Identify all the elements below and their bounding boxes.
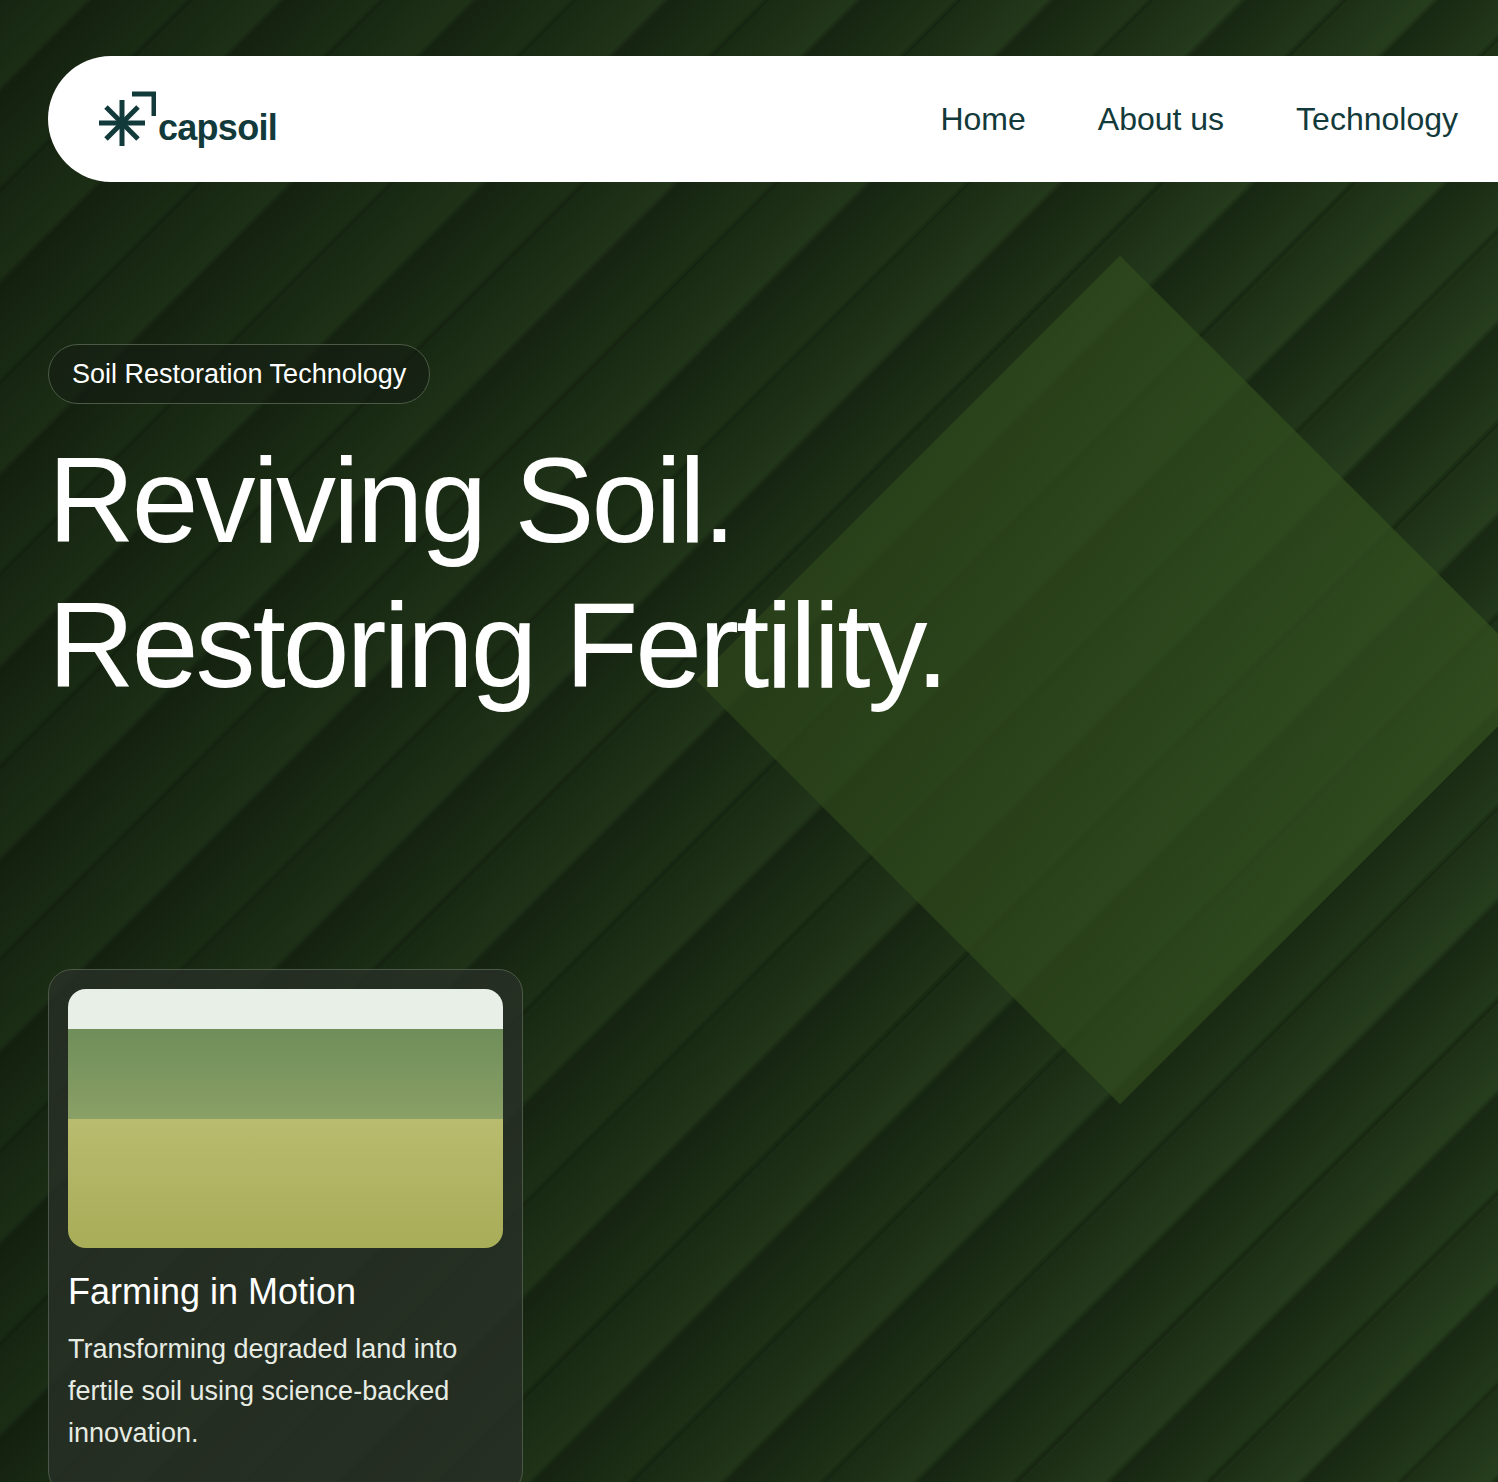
logo[interactable]: capsoil <box>98 90 277 148</box>
card-title: Farming in Motion <box>68 1270 503 1314</box>
nav-link[interactable]: Home <box>940 95 1025 143</box>
navbar: capsoil Home About us Technology <box>48 56 1498 182</box>
nav-link[interactable]: Technology <box>1296 95 1458 143</box>
card-image <box>68 989 503 1248</box>
hero-badge: Soil Restoration Technology <box>48 344 430 404</box>
card-description: Transforming degraded land into fertile … <box>68 1328 503 1454</box>
nav-link[interactable]: About us <box>1098 95 1224 143</box>
logo-text: capsoil <box>158 110 277 146</box>
logo-icon <box>98 90 156 148</box>
page: capsoil Home About us Technology Soil Restor… <box>0 0 1498 1482</box>
nav-links: Home About us Technology <box>940 95 1458 143</box>
feature-card[interactable]: Farming in Motion Transforming degraded l… <box>48 969 523 1482</box>
headline-line: Reviving Soil. <box>48 428 1498 573</box>
headline-line: Restoring Fertility. <box>48 573 1498 718</box>
hero-headline: Reviving Soil.Restoring Fertility. <box>48 428 1498 718</box>
